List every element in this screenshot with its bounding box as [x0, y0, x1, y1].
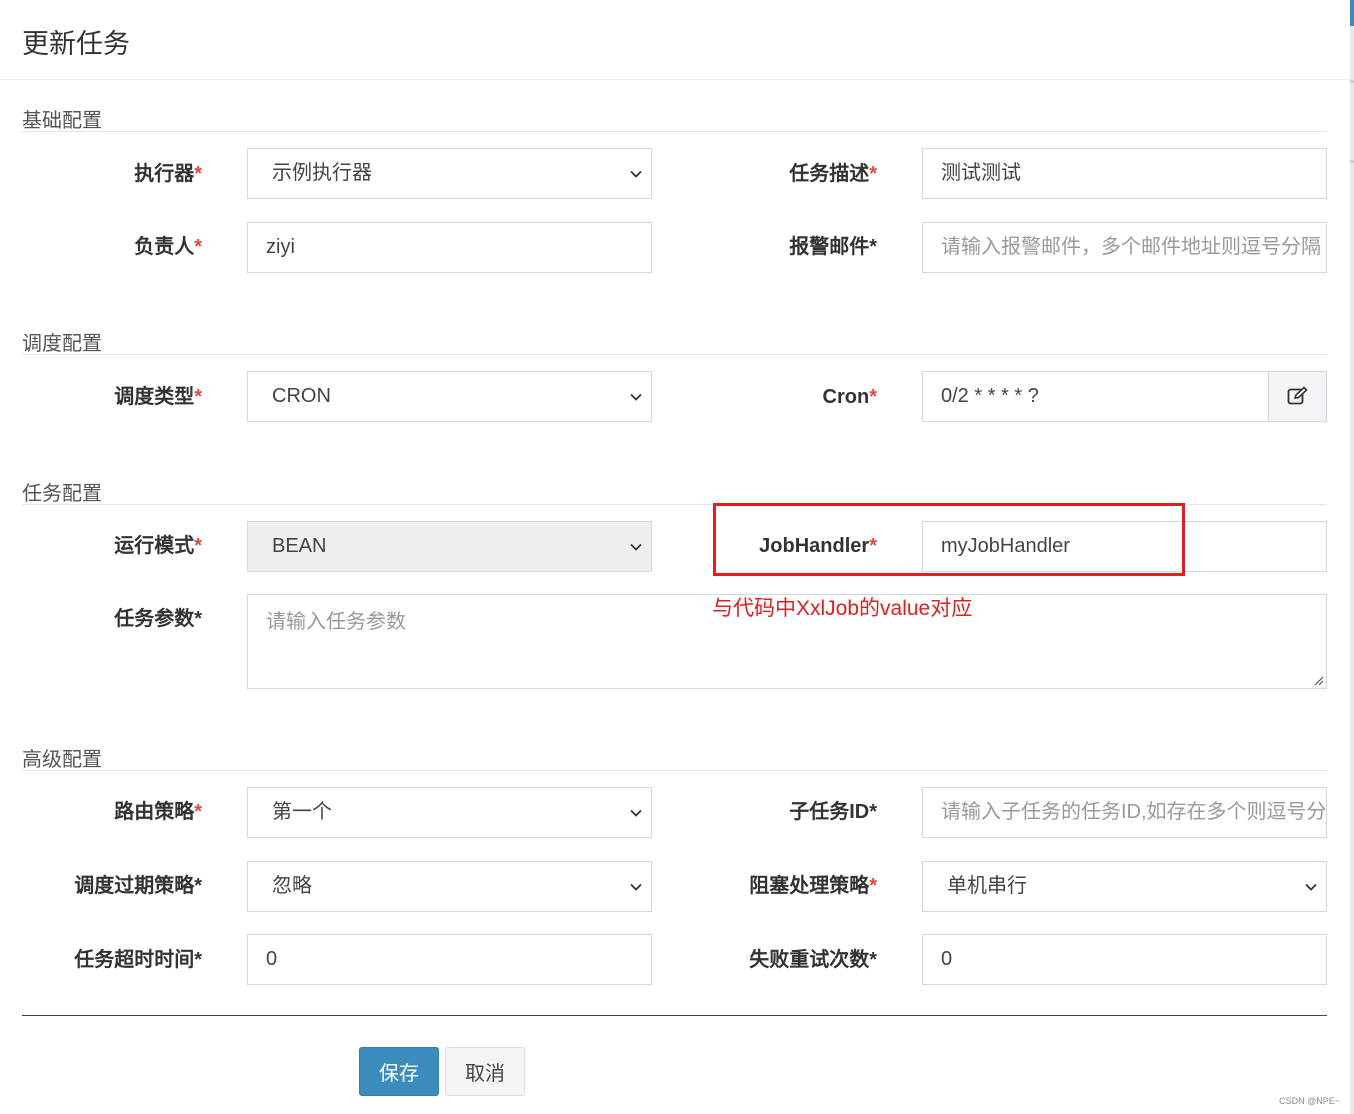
footer-divider	[22, 1015, 1327, 1016]
schedule-type-select[interactable]: CRON	[247, 371, 652, 422]
cron-edit-button[interactable]	[1268, 371, 1327, 422]
run-mode-select[interactable]: BEAN	[247, 521, 652, 572]
cron-input[interactable]: 0/2 * * * * ?	[922, 371, 1269, 422]
scrollbar-mark	[1350, 160, 1354, 163]
cron-label: Cron*	[822, 386, 877, 408]
child-job-id-input[interactable]: 请输入子任务的任务ID,如存在多个则逗号分隔	[922, 787, 1327, 838]
fail-retry-input[interactable]: 0	[922, 934, 1327, 985]
header-divider	[0, 79, 1350, 80]
executor-label: 执行器*	[134, 163, 202, 185]
chevron-down-icon	[630, 883, 642, 891]
alarm-email-label: 报警邮件*	[789, 236, 877, 258]
section-task-title: 任务配置	[22, 483, 102, 505]
job-desc-label: 任务描述*	[789, 163, 877, 185]
job-param-placeholder: 请输入任务参数	[266, 611, 406, 633]
chevron-down-icon	[630, 170, 642, 178]
modal-title: 更新任务	[22, 29, 130, 59]
section-advanced: 高级配置	[22, 739, 1327, 771]
author-value: ziyi	[266, 236, 295, 258]
block-strategy-value: 单机串行	[947, 875, 1027, 897]
annotation-highlight-box	[713, 503, 1185, 576]
child-job-id-placeholder: 请输入子任务的任务ID,如存在多个则逗号分隔	[941, 801, 1327, 823]
schedule-type-value: CRON	[272, 385, 331, 407]
section-basic: 基础配置	[22, 100, 1327, 132]
executor-select[interactable]: 示例执行器	[247, 148, 652, 199]
run-mode-label: 运行模式*	[114, 535, 202, 557]
cron-value: 0/2 * * * * ?	[941, 385, 1039, 407]
job-desc-input[interactable]: 测试测试	[922, 148, 1327, 199]
schedule-type-label: 调度类型*	[114, 386, 202, 408]
child-job-id-label: 子任务ID*	[789, 801, 877, 823]
timeout-label: 任务超时时间*	[74, 949, 202, 971]
route-strategy-value: 第一个	[272, 801, 332, 823]
scrollbar-thumb[interactable]	[1350, 0, 1354, 26]
resize-grip-icon[interactable]	[1312, 674, 1324, 686]
chevron-down-icon	[630, 543, 642, 551]
alarm-email-input[interactable]: 请输入报警邮件，多个邮件地址则逗号分隔	[922, 222, 1327, 273]
watermark: CSDN @NPE~	[1279, 1096, 1340, 1106]
fail-retry-label: 失败重试次数*	[749, 949, 877, 971]
save-button[interactable]: 保存	[359, 1047, 439, 1096]
annotation-text: 与代码中XxlJob的value对应	[712, 597, 973, 620]
section-basic-title: 基础配置	[22, 110, 102, 132]
misfire-strategy-select[interactable]: 忽略	[247, 861, 652, 912]
executor-value: 示例执行器	[272, 162, 372, 184]
scrollbar-mark	[1350, 80, 1354, 83]
scrollbar[interactable]	[1350, 0, 1354, 1114]
chevron-down-icon	[1305, 883, 1317, 891]
chevron-down-icon	[630, 393, 642, 401]
run-mode-value: BEAN	[272, 535, 327, 557]
timeout-input[interactable]: 0	[247, 934, 652, 985]
block-strategy-select[interactable]: 单机串行	[922, 861, 1327, 912]
route-strategy-select[interactable]: 第一个	[247, 787, 652, 838]
block-strategy-label: 阻塞处理策略*	[749, 875, 877, 897]
section-advanced-title: 高级配置	[22, 749, 102, 771]
misfire-strategy-value: 忽略	[272, 875, 312, 897]
section-task: 任务配置	[22, 473, 1327, 505]
author-input[interactable]: ziyi	[247, 222, 652, 273]
alarm-email-placeholder: 请输入报警邮件，多个邮件地址则逗号分隔	[941, 236, 1321, 258]
job-param-label: 任务参数*	[114, 608, 202, 630]
section-schedule: 调度配置	[22, 323, 1327, 355]
job-desc-value: 测试测试	[941, 162, 1021, 184]
route-strategy-label: 路由策略*	[114, 801, 202, 823]
author-label: 负责人*	[134, 236, 202, 258]
fail-retry-value: 0	[941, 948, 953, 970]
timeout-value: 0	[266, 948, 278, 970]
edit-icon	[1287, 386, 1308, 405]
cancel-button[interactable]: 取消	[445, 1047, 525, 1096]
section-schedule-title: 调度配置	[22, 333, 102, 355]
misfire-strategy-label: 调度过期策略*	[74, 875, 202, 897]
chevron-down-icon	[630, 809, 642, 817]
